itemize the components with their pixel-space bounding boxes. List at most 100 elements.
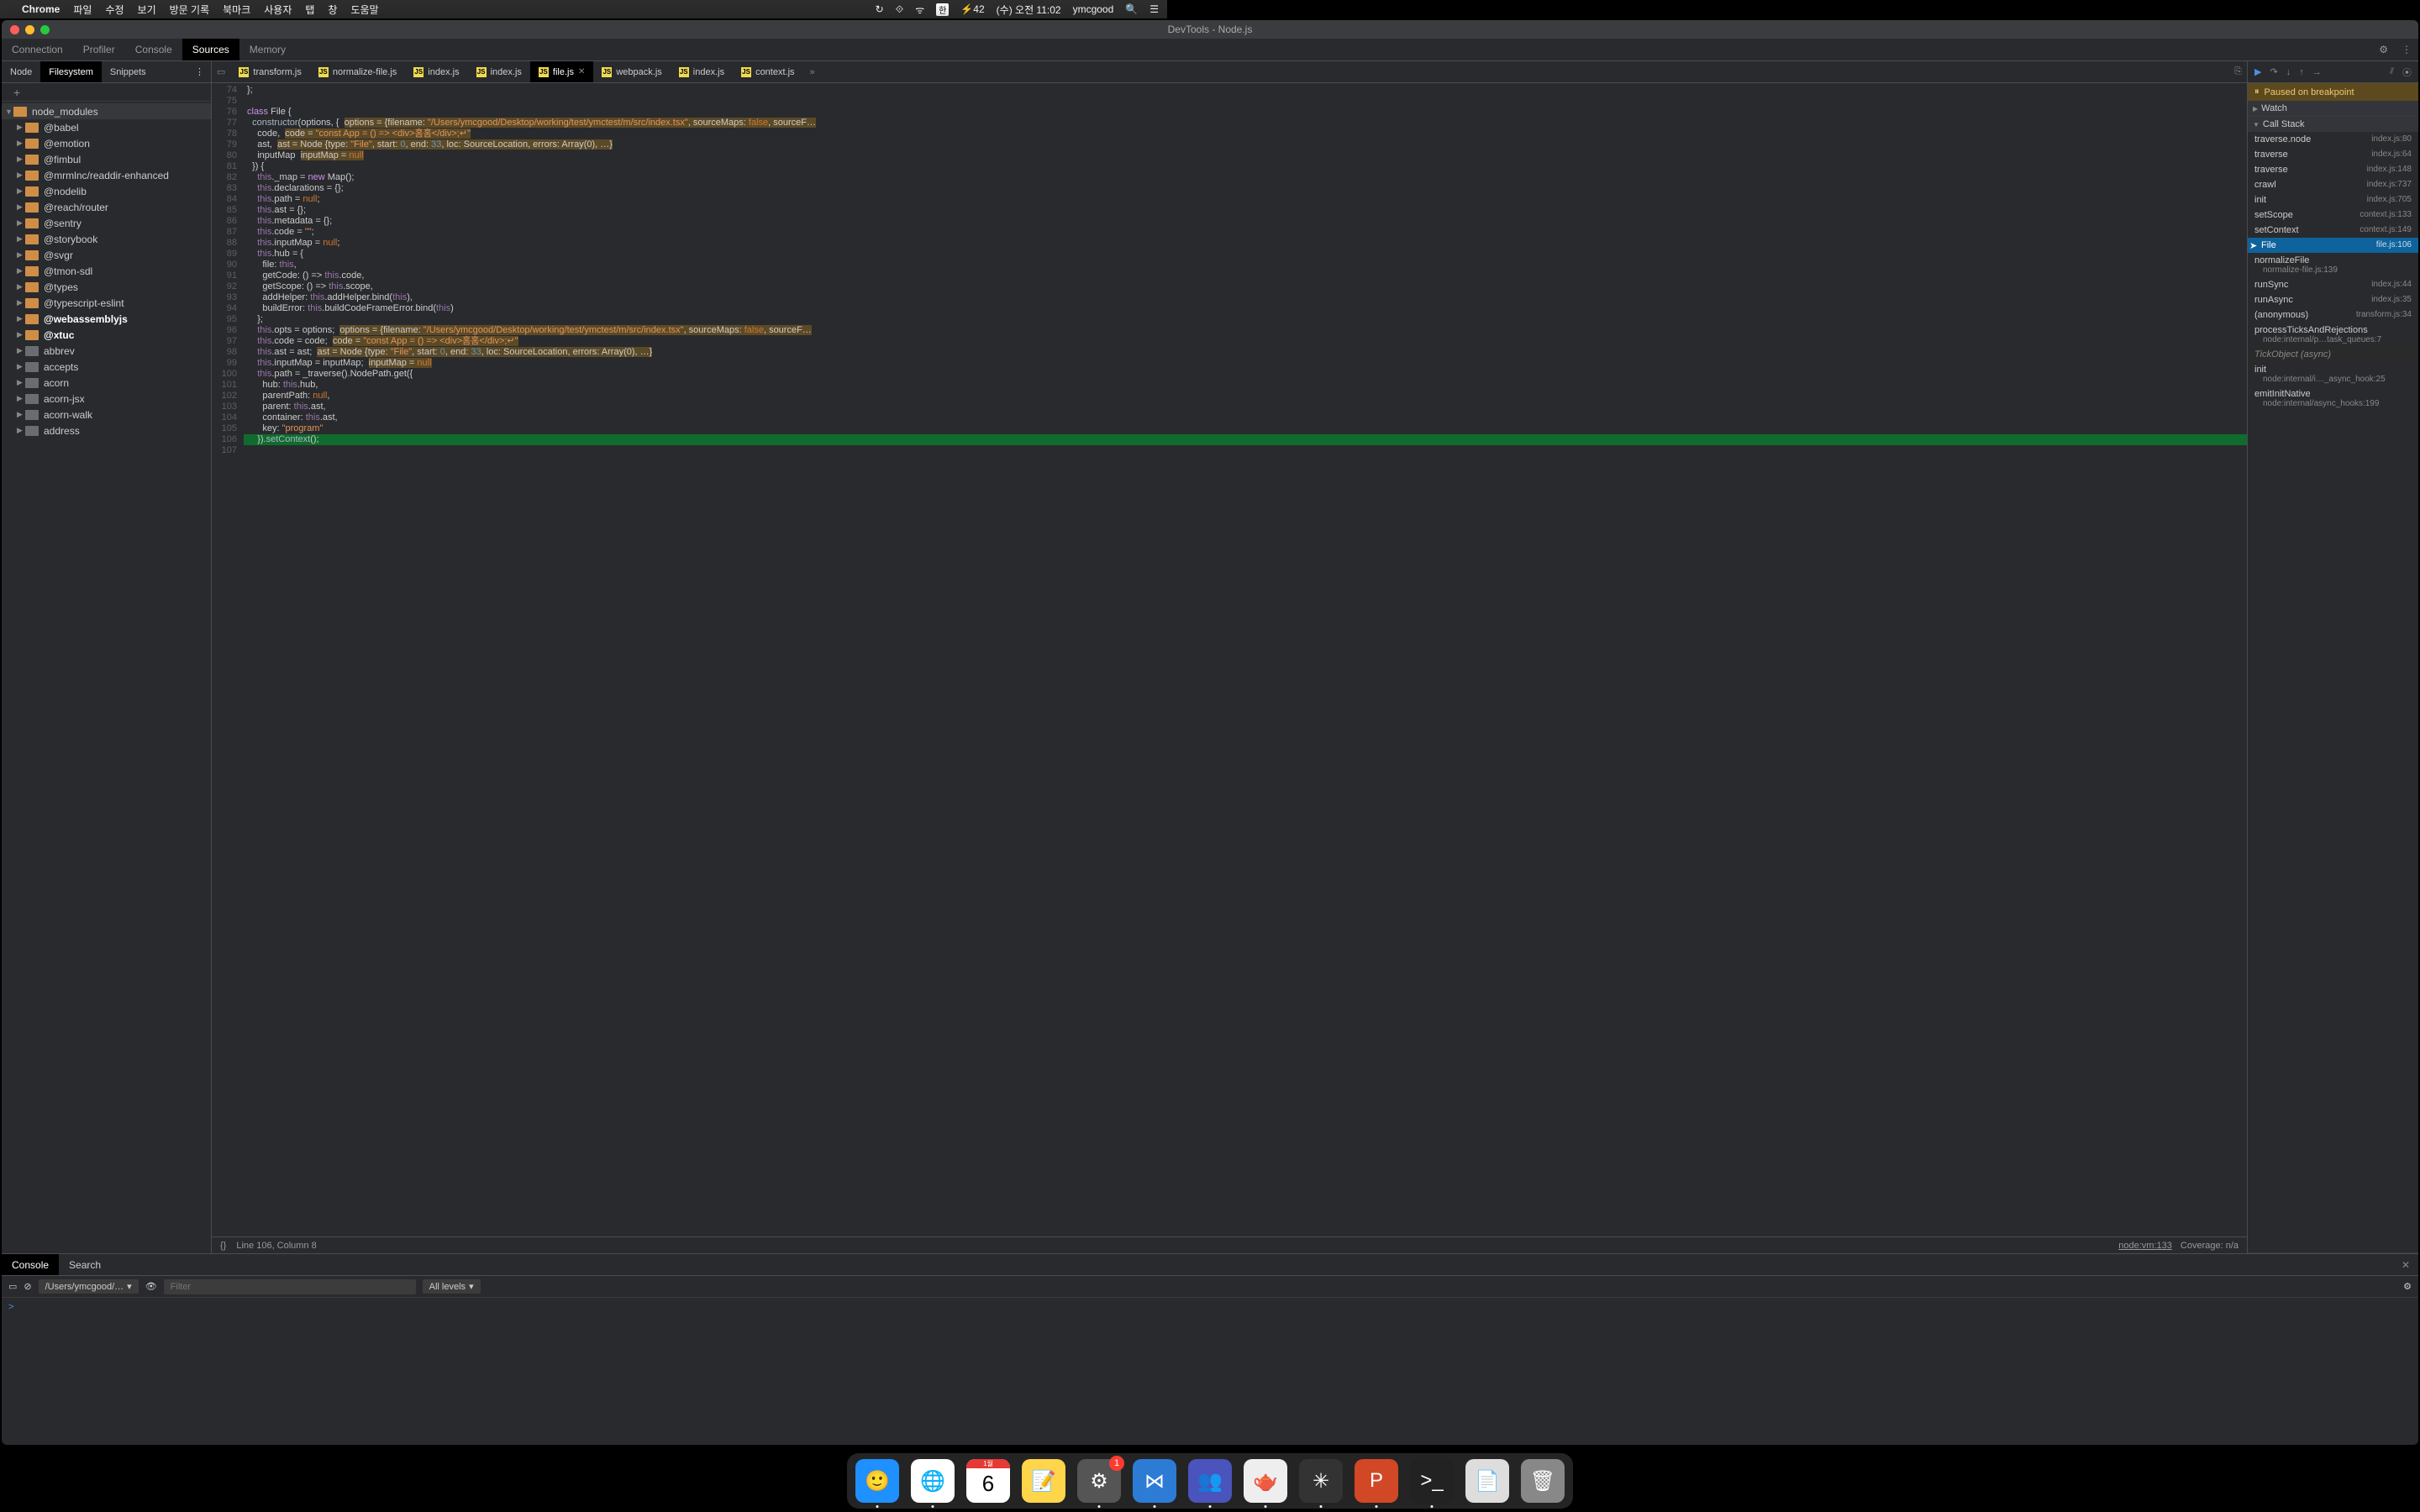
dock-app-teams[interactable]: 👥 — [1188, 1459, 1232, 1503]
stack-frame[interactable]: setContextcontext.js:149 — [2248, 223, 2418, 238]
live-expression-icon[interactable]: 👁 — [145, 1281, 157, 1292]
clock[interactable]: (수) 오전 11:02 — [997, 3, 1061, 17]
tree-item[interactable]: ▶accepts — [2, 359, 211, 375]
dock-app-vscode[interactable]: ⋈ — [1133, 1459, 1176, 1503]
stack-frame[interactable]: ➤Filefile.js:106 — [2248, 238, 2418, 253]
tree-item[interactable]: ▶@xtuc — [2, 327, 211, 343]
file-tab[interactable]: JSfile.js✕ — [530, 61, 593, 82]
context-selector[interactable]: /Users/ymcgood/…▾ — [39, 1279, 139, 1294]
callstack-section-header[interactable]: ▼Call Stack — [2248, 117, 2418, 132]
left-tab-node[interactable]: Node — [2, 61, 40, 82]
braces-icon[interactable]: {} — [220, 1241, 226, 1251]
dock-app-trash[interactable]: 🗑 — [1521, 1459, 1565, 1503]
file-tab[interactable]: JSindex.js — [671, 61, 733, 82]
pause-exceptions-button[interactable]: ⦿ — [2402, 66, 2412, 79]
file-tab[interactable]: JSindex.js — [468, 61, 530, 82]
dock-app-doc[interactable]: 📄 — [1465, 1459, 1509, 1503]
console-filter-input[interactable] — [164, 1279, 416, 1294]
menu-item[interactable]: 도움말 — [350, 3, 378, 17]
stack-frame[interactable]: setScopecontext.js:133 — [2248, 207, 2418, 223]
file-tree[interactable]: ▼node_modules▶@babel▶@emotion▶@fimbul▶@m… — [2, 102, 211, 1253]
tree-item[interactable]: ▶acorn-walk — [2, 407, 211, 423]
code-editor[interactable]: 7475767778798081828384858687888990919293… — [212, 83, 2247, 1236]
resume-button[interactable]: ▶ — [2254, 66, 2261, 77]
dock-app-pitcher[interactable]: 🫖 — [1244, 1459, 1287, 1503]
menu-item[interactable]: 탭 — [305, 3, 314, 17]
menu-item[interactable]: 방문 기록 — [170, 3, 210, 17]
tree-item[interactable]: ▶address — [2, 423, 211, 438]
devtools-tab-memory[interactable]: Memory — [239, 39, 296, 60]
close-tab-icon[interactable]: ✕ — [578, 67, 585, 76]
file-tab[interactable]: JSnormalize-file.js — [310, 61, 405, 82]
spotlight-icon[interactable]: 🔍 — [1125, 3, 1138, 15]
minimize-window-button[interactable] — [25, 25, 34, 34]
menu-item[interactable]: 사용자 — [264, 3, 292, 17]
stack-frame[interactable]: processTicksAndRejectionsnode:internal/p… — [2248, 323, 2418, 347]
stack-frame[interactable]: runSyncindex.js:44 — [2248, 277, 2418, 292]
menu-item[interactable]: 창 — [328, 3, 337, 17]
control-center-icon[interactable]: ☰ — [1150, 3, 1159, 15]
left-tab-snippets[interactable]: Snippets — [102, 61, 155, 82]
tree-item[interactable]: ▶@sentry — [2, 215, 211, 231]
step-over-button[interactable]: ↷ — [2270, 66, 2277, 77]
dock-app-powerpoint[interactable]: P — [1355, 1459, 1398, 1503]
tree-item[interactable]: ▶@typescript-eslint — [2, 295, 211, 311]
console-settings-icon[interactable]: ⚙ — [2403, 1281, 2412, 1292]
console-sidebar-toggle-icon[interactable]: ▭ — [8, 1281, 17, 1292]
zoom-window-button[interactable] — [40, 25, 50, 34]
tree-item[interactable]: ▶acorn — [2, 375, 211, 391]
tree-item[interactable]: ▶@babel — [2, 119, 211, 135]
stack-frame[interactable]: initindex.js:705 — [2248, 192, 2418, 207]
tree-item[interactable]: ▶abbrev — [2, 343, 211, 359]
tree-item[interactable]: ▶@emotion — [2, 135, 211, 151]
devtools-tab-sources[interactable]: Sources — [182, 39, 239, 60]
stack-frame[interactable]: initnode:internal/i…_async_hook:25 — [2248, 362, 2418, 386]
console-tab[interactable]: Console — [2, 1254, 59, 1275]
call-stack-list[interactable]: traverse.nodeindex.js:80 traverseindex.js… — [2248, 132, 2418, 411]
stack-frame[interactable]: traverse.nodeindex.js:80 — [2248, 132, 2418, 147]
more-icon[interactable]: ⋮ — [2395, 44, 2418, 55]
dock-app-finder[interactable]: 🙂 — [855, 1459, 899, 1503]
devtools-tab-console[interactable]: Console — [125, 39, 182, 60]
tree-item[interactable]: ▶@tmon-sdl — [2, 263, 211, 279]
battery-indicator[interactable]: ⚡42 — [960, 3, 984, 15]
tree-item[interactable]: ▶@types — [2, 279, 211, 295]
step-out-button[interactable]: ↑ — [2299, 67, 2304, 77]
deactivate-breakpoints-button[interactable]: ⫽ — [2390, 66, 2394, 77]
dock-app-chrome[interactable]: 🌐 — [911, 1459, 955, 1503]
tree-item[interactable]: ▶@svgr — [2, 247, 211, 263]
left-pane-more-icon[interactable]: ⋮ — [188, 66, 211, 77]
dock-app-notes[interactable]: 📝 — [1022, 1459, 1065, 1503]
stack-frame[interactable]: (anonymous)transform.js:34 — [2248, 307, 2418, 323]
log-levels-selector[interactable]: All levels▾ — [423, 1279, 481, 1294]
tree-item[interactable]: ▶@mrmlnc/readdir-enhanced — [2, 167, 211, 183]
tree-item[interactable]: ▶@nodelib — [2, 183, 211, 199]
tree-item[interactable]: ▶acorn-jsx — [2, 391, 211, 407]
stack-frame[interactable]: crawlindex.js:737 — [2248, 177, 2418, 192]
menu-item[interactable]: 보기 — [138, 3, 156, 17]
stack-frame[interactable]: traverseindex.js:148 — [2248, 162, 2418, 177]
stack-frame[interactable]: normalizeFilenormalize-file.js:139 — [2248, 253, 2418, 277]
menu-item[interactable]: 북마크 — [223, 3, 250, 17]
sync-icon[interactable]: ↻ — [876, 3, 884, 15]
file-tab[interactable]: JStransform.js — [230, 61, 309, 82]
tree-item[interactable]: ▶@reach/router — [2, 199, 211, 215]
tree-root[interactable]: ▼node_modules — [2, 103, 211, 119]
file-tab[interactable]: JSindex.js — [405, 61, 467, 82]
dock-app-terminal[interactable]: >_ — [1410, 1459, 1454, 1503]
close-window-button[interactable] — [10, 25, 19, 34]
dock-app-charles[interactable]: ✳ — [1299, 1459, 1343, 1503]
menu-item[interactable]: 파일 — [73, 3, 92, 17]
status-icon[interactable]: ⟐ — [896, 3, 903, 16]
console-body[interactable]: > — [2, 1298, 2418, 1445]
tabs-overflow-icon[interactable]: » — [803, 67, 822, 77]
tree-item[interactable]: ▶@webassemblyjs — [2, 311, 211, 327]
watch-section-header[interactable]: ▶Watch — [2248, 101, 2418, 116]
devtools-tab-connection[interactable]: Connection — [2, 39, 73, 60]
step-into-button[interactable]: ↓ — [2286, 67, 2291, 77]
settings-icon[interactable]: ⚙ — [2372, 44, 2395, 55]
file-tab[interactable]: JSwebpack.js — [593, 61, 670, 82]
wifi-icon[interactable]: ᯤ — [915, 3, 924, 17]
goto-icon[interactable]: ⎘ — [2229, 66, 2247, 77]
tree-item[interactable]: ▶@storybook — [2, 231, 211, 247]
